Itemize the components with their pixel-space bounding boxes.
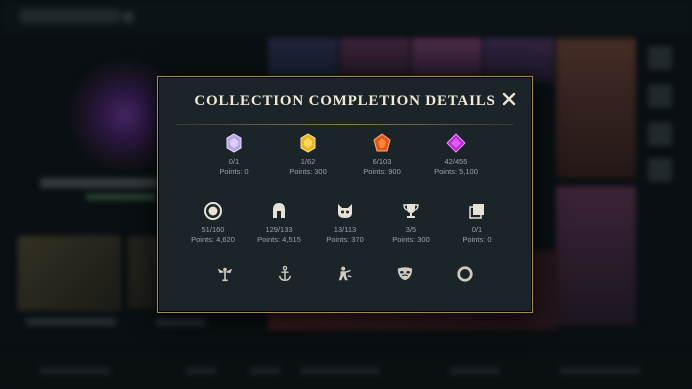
stat-points: Points: 4,620	[191, 235, 235, 244]
collection-completion-modal: COLLECTION COMPLETION DETAILS 0/1 Points…	[157, 76, 533, 313]
extra-category-row	[158, 263, 532, 285]
gem-rarity-row: 0/1 Points: 0 1/62 Points: 300 6/103 Poi…	[158, 133, 532, 177]
title-divider	[176, 124, 514, 125]
stat-gold-gem: 1/62 Points: 300	[280, 133, 336, 177]
stat-points: Points: 300	[289, 167, 327, 176]
icon-ring-icon	[204, 202, 222, 220]
category-emblems[interactable]	[214, 263, 236, 285]
purple-gem-icon	[446, 133, 466, 153]
category-emotes[interactable]	[334, 263, 356, 285]
stat-count: 0/1	[471, 225, 483, 234]
stat-count: 0/1	[228, 157, 240, 166]
ring-border-icon	[457, 266, 473, 282]
stat-count: 1/62	[300, 157, 316, 166]
stat-points: Points: 0	[219, 167, 249, 176]
mask-icon	[397, 267, 413, 281]
stat-purple-gem: 42/455 Points: 5,100	[428, 133, 484, 177]
stat-points: Points: 0	[462, 235, 492, 244]
category-anchor[interactable]	[274, 263, 296, 285]
category-row: 51/160 Points: 4,620 129/133 Points: 4,5…	[158, 201, 532, 245]
cards-stack-icon	[469, 204, 484, 219]
stat-count: 13/113	[333, 225, 357, 234]
stat-icons: 51/160 Points: 4,620	[185, 201, 241, 245]
emote-figure-icon	[338, 266, 352, 281]
stat-count: 3/5	[405, 225, 417, 234]
trophy-icon	[403, 204, 419, 218]
anchor-icon	[278, 265, 292, 282]
cat-head-icon	[338, 204, 352, 218]
stat-pets: 13/113 Points: 370	[317, 201, 373, 245]
stat-count: 51/160	[201, 225, 225, 234]
orange-gem-icon	[373, 133, 391, 152]
stat-points: Points: 300	[392, 235, 430, 244]
stat-count: 42/455	[444, 157, 468, 166]
stat-points: Points: 4,515	[257, 235, 301, 244]
stat-cards: 0/1 Points: 0	[449, 201, 505, 245]
stat-trophies: 3/5 Points: 300	[383, 201, 439, 245]
gold-gem-icon	[300, 133, 316, 153]
stat-count: 129/133	[265, 225, 293, 234]
stat-points: Points: 5,100	[434, 167, 478, 176]
stat-points: Points: 900	[363, 167, 401, 176]
stat-count: 6/103	[372, 157, 392, 166]
stat-common-gem: 0/1 Points: 0	[206, 133, 262, 177]
stat-points: Points: 370	[326, 235, 364, 244]
close-icon	[502, 92, 516, 106]
helmet-icon	[273, 203, 285, 218]
common-gem-icon	[226, 133, 242, 153]
winged-emblem-icon	[217, 267, 233, 282]
stat-orange-gem: 6/103 Points: 900	[354, 133, 410, 177]
close-button[interactable]	[501, 91, 517, 107]
stat-helmets: 129/133 Points: 4,515	[251, 201, 307, 245]
modal-title: COLLECTION COMPLETION DETAILS	[194, 93, 496, 109]
category-borders[interactable]	[454, 263, 476, 285]
category-masks[interactable]	[394, 263, 416, 285]
